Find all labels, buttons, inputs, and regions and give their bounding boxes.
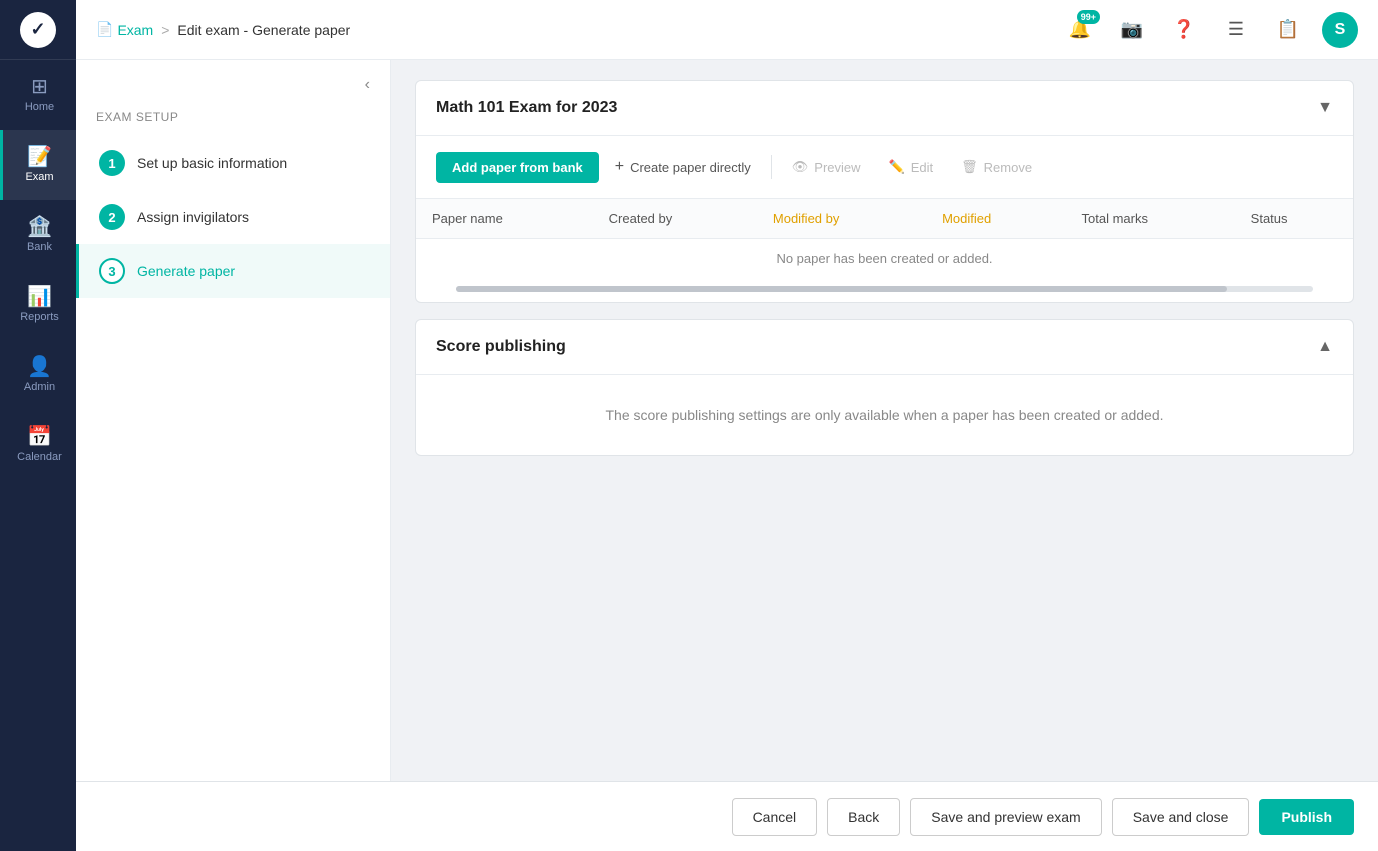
camera-icon: 📷 <box>1121 19 1143 40</box>
collapse-arrow-icon[interactable]: ‹ <box>361 72 374 98</box>
sidebar-label-reports: Reports <box>20 311 59 323</box>
edit-button[interactable]: ✏️ Edit <box>877 151 946 183</box>
breadcrumb-current: Edit exam - Generate paper <box>177 22 350 38</box>
breadcrumb: 📄 Exam > Edit exam - Generate paper <box>96 21 350 38</box>
reports-icon: 📊 <box>27 287 52 307</box>
sidebar-item-admin[interactable]: 👤 Admin <box>0 340 76 410</box>
notification-button[interactable]: 🔔 99+ <box>1062 12 1098 48</box>
admin-icon: 👤 <box>27 357 52 377</box>
paper-toolbar: Add paper from bank + Create paper direc… <box>416 136 1353 199</box>
col-modified[interactable]: Modified <box>926 199 1065 239</box>
topbar: 📄 Exam > Edit exam - Generate paper 🔔 99… <box>76 0 1378 60</box>
bank-icon: 🏦 <box>27 217 52 237</box>
score-publishing-empty-message: The score publishing settings are only a… <box>416 375 1353 455</box>
breadcrumb-separator: > <box>161 22 169 38</box>
bottom-action-bar: Cancel Back Save and preview exam Save a… <box>76 781 1378 851</box>
step-2-label: Assign invigilators <box>137 209 249 225</box>
sidebar-item-exam[interactable]: 📝 Exam <box>0 130 76 200</box>
list-icon: ☰ <box>1228 19 1244 40</box>
sidebar-item-calendar[interactable]: 📅 Calendar <box>0 410 76 480</box>
add-paper-from-bank-button[interactable]: Add paper from bank <box>436 152 599 183</box>
paper-card-title: Math 101 Exam for 2023 <box>436 99 617 117</box>
step-3-circle: 3 <box>99 258 125 284</box>
main-area: 📄 Exam > Edit exam - Generate paper 🔔 99… <box>76 0 1378 851</box>
sidebar-label-calendar: Calendar <box>17 451 62 463</box>
scrollbar-track <box>456 286 1313 292</box>
sidebar-item-reports[interactable]: 📊 Reports <box>0 270 76 340</box>
sidebar: ✓ ⊞ Home 📝 Exam 🏦 Bank 📊 Reports 👤 Admin… <box>0 0 76 851</box>
exam-setup-label: Exam setup <box>76 106 390 136</box>
help-icon: ❓ <box>1173 19 1195 40</box>
publish-button[interactable]: Publish <box>1259 799 1354 835</box>
edit-icon: ✏️ <box>889 159 905 175</box>
cancel-button[interactable]: Cancel <box>732 798 818 836</box>
paper-table: Paper name Created by Modified by Modifi… <box>416 199 1353 278</box>
paper-card-toggle-icon: ▼ <box>1317 99 1333 117</box>
col-created-by: Created by <box>593 199 757 239</box>
content-layout: ‹ Exam setup 1 Set up basic information … <box>76 60 1378 781</box>
logo-icon[interactable]: ✓ <box>20 12 56 48</box>
toolbar-separator-1 <box>771 155 772 179</box>
score-card-title: Score publishing <box>436 338 566 356</box>
preview-button[interactable]: 👁 Preview <box>780 151 873 183</box>
right-main: Math 101 Exam for 2023 ▼ Add paper from … <box>391 60 1378 781</box>
step-2-assign-invigilators[interactable]: 2 Assign invigilators <box>76 190 390 244</box>
save-preview-button[interactable]: Save and preview exam <box>910 798 1101 836</box>
sidebar-label-home: Home <box>25 101 54 113</box>
calendar-icon: 📅 <box>27 427 52 447</box>
notification-badge: 99+ <box>1077 10 1100 25</box>
list-button[interactable]: ☰ <box>1218 12 1254 48</box>
sidebar-item-bank[interactable]: 🏦 Bank <box>0 200 76 270</box>
doc-button[interactable]: 📋 <box>1270 12 1306 48</box>
user-avatar[interactable]: S <box>1322 12 1358 48</box>
scrollbar-area <box>416 278 1353 302</box>
doc-icon: 📋 <box>1277 19 1299 40</box>
sidebar-logo: ✓ <box>0 0 76 60</box>
collapse-button-area: ‹ <box>76 60 390 106</box>
sidebar-label-bank: Bank <box>27 241 52 253</box>
step-3-generate-paper[interactable]: 3 Generate paper <box>76 244 390 298</box>
col-total-marks: Total marks <box>1066 199 1235 239</box>
sidebar-item-home[interactable]: ⊞ Home <box>0 60 76 130</box>
col-modified-by[interactable]: Modified by <box>757 199 926 239</box>
col-paper-name: Paper name <box>416 199 593 239</box>
sidebar-label-exam: Exam <box>25 171 53 183</box>
sidebar-label-admin: Admin <box>24 381 55 393</box>
empty-message: No paper has been created or added. <box>416 239 1353 279</box>
step-1-label: Set up basic information <box>137 155 287 171</box>
save-close-button[interactable]: Save and close <box>1112 798 1250 836</box>
left-panel: ‹ Exam setup 1 Set up basic information … <box>76 60 391 781</box>
create-paper-directly-button[interactable]: + Create paper directly <box>603 150 763 184</box>
paper-section-card: Math 101 Exam for 2023 ▼ Add paper from … <box>415 80 1354 303</box>
plus-icon: + <box>615 158 624 176</box>
paper-table-container: Paper name Created by Modified by Modifi… <box>416 199 1353 278</box>
remove-button[interactable]: 🗑 Remove <box>949 151 1044 183</box>
step-1-set-basic-info[interactable]: 1 Set up basic information <box>76 136 390 190</box>
col-status: Status <box>1235 199 1353 239</box>
score-card-toggle-icon: ▲ <box>1317 338 1333 356</box>
paper-card-header[interactable]: Math 101 Exam for 2023 ▼ <box>416 81 1353 135</box>
help-button[interactable]: ❓ <box>1166 12 1202 48</box>
home-icon: ⊞ <box>31 77 48 97</box>
score-card-header[interactable]: Score publishing ▲ <box>416 320 1353 374</box>
step-1-circle: 1 <box>99 150 125 176</box>
scrollbar-thumb[interactable] <box>456 286 1227 292</box>
table-empty-row: No paper has been created or added. <box>416 239 1353 279</box>
breadcrumb-exam-link[interactable]: 📄 Exam <box>96 21 153 38</box>
exam-page-icon: 📄 <box>96 21 113 38</box>
step-3-label: Generate paper <box>137 263 235 279</box>
trash-icon: 🗑 <box>961 159 978 175</box>
back-button[interactable]: Back <box>827 798 900 836</box>
topbar-icons: 🔔 99+ 📷 ❓ ☰ 📋 S <box>1062 12 1358 48</box>
score-publishing-card: Score publishing ▲ The score publishing … <box>415 319 1354 456</box>
camera-button[interactable]: 📷 <box>1114 12 1150 48</box>
step-2-circle: 2 <box>99 204 125 230</box>
exam-icon: 📝 <box>27 147 52 167</box>
preview-icon: 👁 <box>792 159 809 175</box>
